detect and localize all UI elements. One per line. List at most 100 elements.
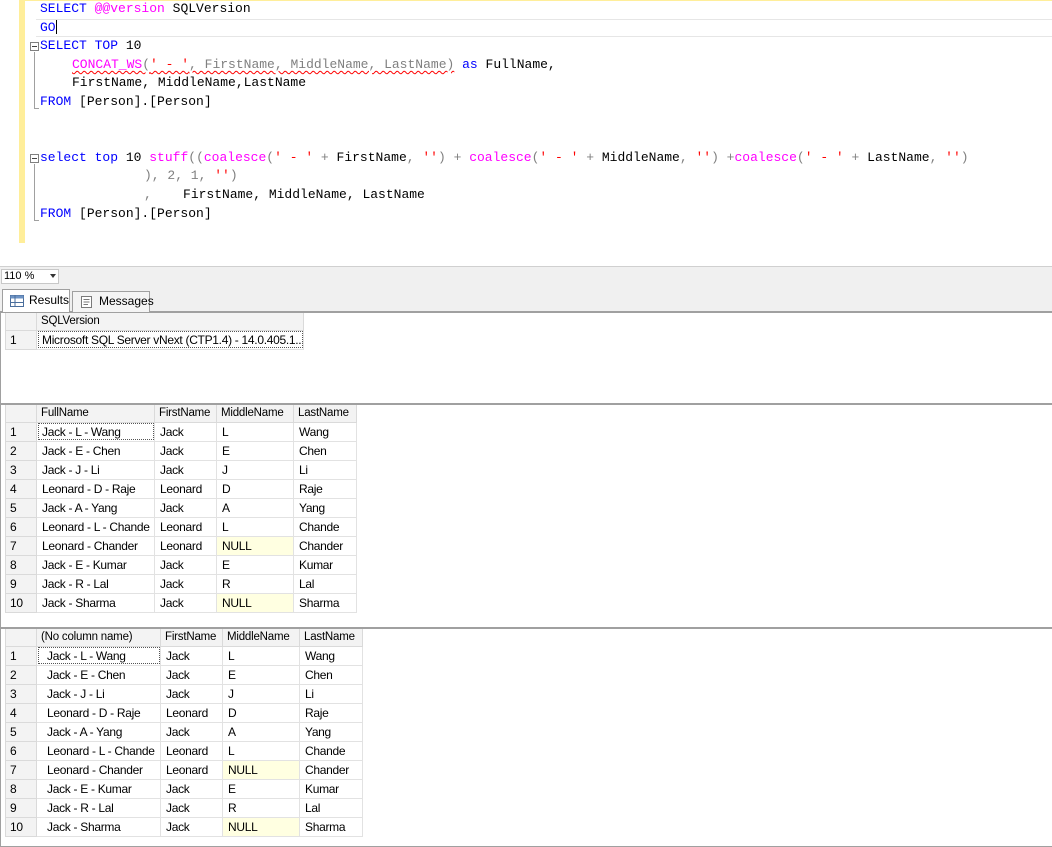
- result-grid-3[interactable]: (No column name) FirstName MiddleName La…: [0, 628, 1052, 847]
- table-row[interactable]: 1 Jack - L - Wang Jack L Wang: [5, 421, 357, 442]
- row-number[interactable]: 3: [5, 459, 37, 480]
- table-cell[interactable]: Wang: [293, 421, 357, 442]
- table-cell[interactable]: Wang: [299, 645, 363, 666]
- table-cell[interactable]: Jack - A - Yang: [36, 721, 161, 742]
- result-grid-1[interactable]: SQLVersion 1 Microsoft SQL Server vNext …: [0, 312, 1052, 404]
- collapse-icon[interactable]: [30, 42, 39, 51]
- collapse-icon[interactable]: [30, 154, 39, 163]
- row-number[interactable]: 5: [5, 721, 37, 742]
- table-cell[interactable]: Jack: [154, 459, 217, 480]
- column-header[interactable]: FirstName: [160, 629, 223, 647]
- table-cell[interactable]: J: [216, 459, 294, 480]
- table-cell[interactable]: E: [222, 664, 300, 685]
- table-cell[interactable]: Leonard: [154, 478, 217, 499]
- table-cell[interactable]: Chande: [299, 740, 363, 761]
- table-cell[interactable]: Leonard - L - Chande: [36, 516, 155, 537]
- row-number[interactable]: 4: [5, 702, 37, 723]
- table-cell[interactable]: J: [222, 683, 300, 704]
- table-cell[interactable]: A: [222, 721, 300, 742]
- row-number[interactable]: 4: [5, 478, 37, 499]
- table-cell[interactable]: Jack: [160, 664, 223, 685]
- table-cell[interactable]: Sharma: [293, 592, 357, 613]
- column-header[interactable]: SQLVersion: [36, 313, 304, 331]
- column-header[interactable]: FirstName: [154, 405, 217, 423]
- table-row[interactable]: 10 Jack - Sharma Jack NULL Sharma: [5, 592, 357, 613]
- table-cell[interactable]: Jack - J - Li: [36, 683, 161, 704]
- table-cell[interactable]: Li: [299, 683, 363, 704]
- table-row[interactable]: 7 Leonard - Chander Leonard NULL Chander: [5, 535, 357, 556]
- table-cell[interactable]: Microsoft SQL Server vNext (CTP1.4) - 14…: [36, 329, 304, 350]
- table-cell[interactable]: Kumar: [299, 778, 363, 799]
- code-line-11[interactable]: , FirstName, MiddleName, LastName: [144, 186, 425, 205]
- table-cell[interactable]: Jack - R - Lal: [36, 797, 161, 818]
- table-cell[interactable]: Jack - E - Chen: [36, 440, 155, 461]
- table-cell[interactable]: Yang: [299, 721, 363, 742]
- column-header[interactable]: LastName: [299, 629, 363, 647]
- table-cell[interactable]: Jack: [160, 816, 223, 837]
- table-cell[interactable]: Leonard: [160, 759, 223, 780]
- table-cell[interactable]: Jack - Sharma: [36, 592, 155, 613]
- table-cell[interactable]: Jack - R - Lal: [36, 573, 155, 594]
- table-row[interactable]: 2 Jack - E - Chen Jack E Chen: [5, 664, 363, 685]
- row-number[interactable]: 1: [5, 645, 37, 666]
- null-cell[interactable]: NULL: [216, 592, 294, 613]
- table-cell[interactable]: Leonard: [160, 740, 223, 761]
- row-number[interactable]: 7: [5, 535, 37, 556]
- table-cell[interactable]: Lal: [293, 573, 357, 594]
- table-cell[interactable]: A: [216, 497, 294, 518]
- table-cell[interactable]: Lal: [299, 797, 363, 818]
- table-row[interactable]: 8 Jack - E - Kumar Jack E Kumar: [5, 778, 363, 799]
- zoom-dropdown[interactable]: 110 %: [1, 269, 59, 284]
- code-line-10[interactable]: ), 2, 1, ''): [144, 167, 238, 186]
- table-cell[interactable]: Jack - L - Wang: [36, 421, 155, 442]
- table-cell[interactable]: E: [216, 554, 294, 575]
- row-number[interactable]: 8: [5, 778, 37, 799]
- table-cell[interactable]: Leonard: [154, 535, 217, 556]
- row-number[interactable]: 9: [5, 573, 37, 594]
- row-number[interactable]: 6: [5, 740, 37, 761]
- table-cell[interactable]: Leonard - D - Raje: [36, 478, 155, 499]
- row-number[interactable]: 2: [5, 664, 37, 685]
- table-row[interactable]: 3 Jack - J - Li Jack J Li: [5, 459, 357, 480]
- table-row[interactable]: 1 Microsoft SQL Server vNext (CTP1.4) - …: [5, 329, 304, 350]
- table-cell[interactable]: L: [222, 740, 300, 761]
- code-line-12[interactable]: FROM [Person].[Person]: [40, 205, 212, 224]
- code-line-1[interactable]: SELECT @@version SQLVersion: [40, 0, 251, 19]
- table-cell[interactable]: E: [216, 440, 294, 461]
- row-number[interactable]: 10: [5, 592, 37, 613]
- table-cell[interactable]: Jack: [154, 497, 217, 518]
- row-number[interactable]: 10: [5, 816, 37, 837]
- row-number[interactable]: 8: [5, 554, 37, 575]
- table-cell[interactable]: Chen: [299, 664, 363, 685]
- table-cell[interactable]: Leonard: [160, 702, 223, 723]
- table-cell[interactable]: Jack - Sharma: [36, 816, 161, 837]
- column-header[interactable]: MiddleName: [216, 405, 294, 423]
- table-row[interactable]: 4 Leonard - D - Raje Leonard D Raje: [5, 702, 363, 723]
- table-cell[interactable]: Sharma: [299, 816, 363, 837]
- code-line-9[interactable]: select top 10 stuff((coalesce(' - ' + Fi…: [40, 149, 969, 168]
- table-cell[interactable]: Chande: [293, 516, 357, 537]
- table-cell[interactable]: Kumar: [293, 554, 357, 575]
- code-line-5[interactable]: FirstName, MiddleName,LastName: [72, 74, 306, 93]
- code-line-2[interactable]: GO: [40, 19, 57, 38]
- column-header[interactable]: LastName: [293, 405, 357, 423]
- table-row[interactable]: 8 Jack - E - Kumar Jack E Kumar: [5, 554, 357, 575]
- column-header[interactable]: FullName: [36, 405, 155, 423]
- table-cell[interactable]: Jack - A - Yang: [36, 497, 155, 518]
- table-row[interactable]: 3 Jack - J - Li Jack J Li: [5, 683, 363, 704]
- table-row[interactable]: 5 Jack - A - Yang Jack A Yang: [5, 497, 357, 518]
- result-grid-2[interactable]: FullName FirstName MiddleName LastName 1…: [0, 404, 1052, 628]
- table-cell[interactable]: Raje: [293, 478, 357, 499]
- table-row[interactable]: 7 Leonard - Chander Leonard NULL Chander: [5, 759, 363, 780]
- table-cell[interactable]: Jack: [160, 683, 223, 704]
- row-number[interactable]: 6: [5, 516, 37, 537]
- table-row[interactable]: 6 Leonard - L - Chande Leonard L Chande: [5, 740, 363, 761]
- table-row[interactable]: 9 Jack - R - Lal Jack R Lal: [5, 573, 357, 594]
- table-cell[interactable]: Jack: [154, 554, 217, 575]
- table-cell[interactable]: L: [222, 645, 300, 666]
- table-cell[interactable]: Jack - E - Kumar: [36, 554, 155, 575]
- code-line-4[interactable]: CONCAT_WS(' - ', FirstName, MiddleName, …: [72, 56, 556, 75]
- table-cell[interactable]: Jack: [154, 421, 217, 442]
- table-row[interactable]: 2 Jack - E - Chen Jack E Chen: [5, 440, 357, 461]
- table-cell[interactable]: Jack - E - Chen: [36, 664, 161, 685]
